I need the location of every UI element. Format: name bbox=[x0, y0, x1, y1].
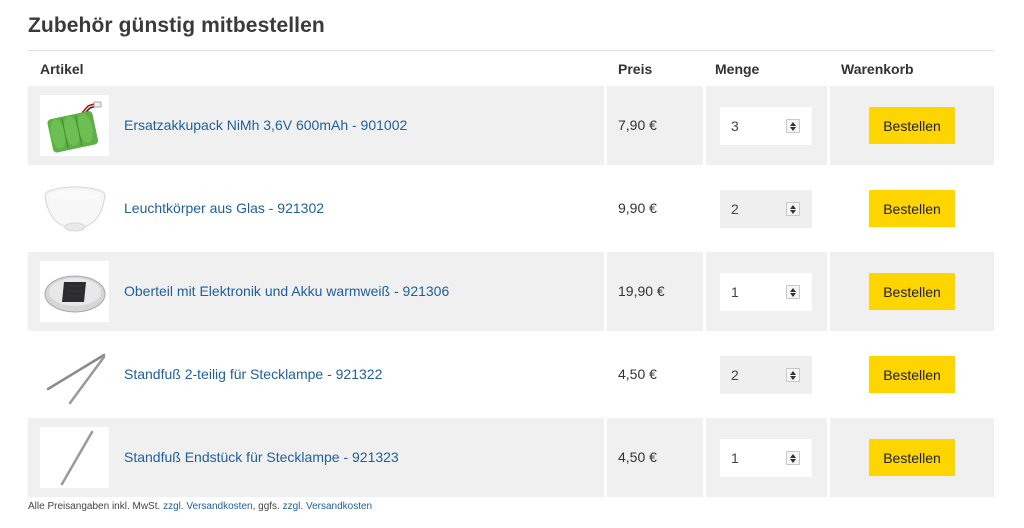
price-cell: 4,50 € bbox=[607, 418, 703, 497]
price-cell: 4,50 € bbox=[607, 335, 703, 414]
quantity-cell: 1 bbox=[706, 252, 827, 331]
price-cell: 19,90 € bbox=[607, 252, 703, 331]
article-cell: Ersatzakkupack NiMh 3,6V 600mAh - 901002 bbox=[28, 86, 604, 165]
quantity-stepper[interactable]: 3 bbox=[720, 107, 812, 145]
quantity-cell: 1 bbox=[706, 418, 827, 497]
spinner-arrows-icon[interactable] bbox=[786, 285, 800, 299]
order-button[interactable]: Bestellen bbox=[869, 439, 955, 476]
quantity-cell: 3 bbox=[706, 86, 827, 165]
spinner-arrows-icon[interactable] bbox=[786, 368, 800, 382]
column-header-preis: Preis bbox=[618, 61, 653, 77]
quantity-value[interactable]: 2 bbox=[731, 201, 739, 217]
shipping-cost-link-2[interactable]: zzgl. Versandkosten bbox=[283, 501, 373, 512]
column-header-menge: Menge bbox=[715, 61, 760, 77]
spinner-arrows-icon[interactable] bbox=[786, 451, 800, 465]
quantity-stepper[interactable]: 1 bbox=[720, 439, 812, 477]
column-header-warenkorb: Warenkorb bbox=[841, 61, 914, 77]
quantity-value[interactable]: 1 bbox=[731, 450, 739, 466]
table-row: Standfuß Endstück für Stecklampe - 92132… bbox=[28, 418, 994, 497]
article-cell: Oberteil mit Elektronik und Akku warmwei… bbox=[28, 252, 604, 331]
stake-two-part-image[interactable] bbox=[40, 344, 109, 405]
footnote-separator: , ggfs. bbox=[252, 501, 280, 512]
order-button[interactable]: Bestellen bbox=[869, 190, 955, 227]
spinner-arrows-icon[interactable] bbox=[786, 202, 800, 216]
order-button[interactable]: Bestellen bbox=[869, 356, 955, 393]
stake-end-image[interactable] bbox=[40, 427, 109, 488]
product-link[interactable]: Ersatzakkupack NiMh 3,6V 600mAh - 901002 bbox=[124, 117, 407, 133]
spinner-arrows-icon[interactable] bbox=[786, 119, 800, 133]
quantity-stepper[interactable]: 2 bbox=[720, 356, 812, 394]
order-button[interactable]: Bestellen bbox=[869, 273, 955, 310]
price-value: 9,90 € bbox=[618, 200, 657, 216]
quantity-stepper[interactable]: 2 bbox=[720, 190, 812, 228]
cart-cell: Bestellen bbox=[830, 335, 994, 414]
price-value: 7,90 € bbox=[618, 117, 657, 133]
quantity-value[interactable]: 3 bbox=[731, 118, 739, 134]
quantity-cell: 2 bbox=[706, 169, 827, 248]
article-cell: Standfuß 2-teilig für Stecklampe - 92132… bbox=[28, 335, 604, 414]
article-cell: Standfuß Endstück für Stecklampe - 92132… bbox=[28, 418, 604, 497]
product-link[interactable]: Standfuß 2-teilig für Stecklampe - 92132… bbox=[124, 366, 382, 382]
quantity-value[interactable]: 1 bbox=[731, 284, 739, 300]
cart-cell: Bestellen bbox=[830, 86, 994, 165]
column-header-artikel: Artikel bbox=[40, 61, 84, 77]
order-button[interactable]: Bestellen bbox=[869, 107, 955, 144]
cart-cell: Bestellen bbox=[830, 418, 994, 497]
article-cell: Leuchtkörper aus Glas - 921302 bbox=[28, 169, 604, 248]
price-footnote: Alle Preisangaben inkl. MwSt. zzgl. Vers… bbox=[28, 501, 372, 512]
table-row: Leuchtkörper aus Glas - 921302 9,90 € 2 … bbox=[28, 169, 994, 248]
glass-shade-image[interactable] bbox=[40, 178, 109, 239]
price-value: 4,50 € bbox=[618, 449, 657, 465]
section-title: Zubehör günstig mitbestellen bbox=[28, 14, 325, 37]
quantity-stepper[interactable]: 1 bbox=[720, 273, 812, 311]
table-row: Standfuß 2-teilig für Stecklampe - 92132… bbox=[28, 335, 994, 414]
battery-pack-image[interactable] bbox=[40, 95, 109, 156]
shipping-cost-link[interactable]: zzgl. Versandkosten bbox=[163, 501, 253, 512]
price-value: 19,90 € bbox=[618, 283, 665, 299]
product-link[interactable]: Oberteil mit Elektronik und Akku warmwei… bbox=[124, 283, 449, 299]
price-cell: 7,90 € bbox=[607, 86, 703, 165]
solar-top-image[interactable] bbox=[40, 261, 109, 322]
cart-cell: Bestellen bbox=[830, 169, 994, 248]
title-divider bbox=[28, 50, 994, 51]
product-link[interactable]: Leuchtkörper aus Glas - 921302 bbox=[124, 200, 324, 216]
footnote-text: Alle Preisangaben inkl. MwSt. bbox=[28, 501, 161, 512]
quantity-value[interactable]: 2 bbox=[731, 367, 739, 383]
product-link[interactable]: Standfuß Endstück für Stecklampe - 92132… bbox=[124, 449, 399, 465]
cart-cell: Bestellen bbox=[830, 252, 994, 331]
price-value: 4,50 € bbox=[618, 366, 657, 382]
table-row: Oberteil mit Elektronik und Akku warmwei… bbox=[28, 252, 994, 331]
table-row: Ersatzakkupack NiMh 3,6V 600mAh - 901002… bbox=[28, 86, 994, 165]
price-cell: 9,90 € bbox=[607, 169, 703, 248]
quantity-cell: 2 bbox=[706, 335, 827, 414]
